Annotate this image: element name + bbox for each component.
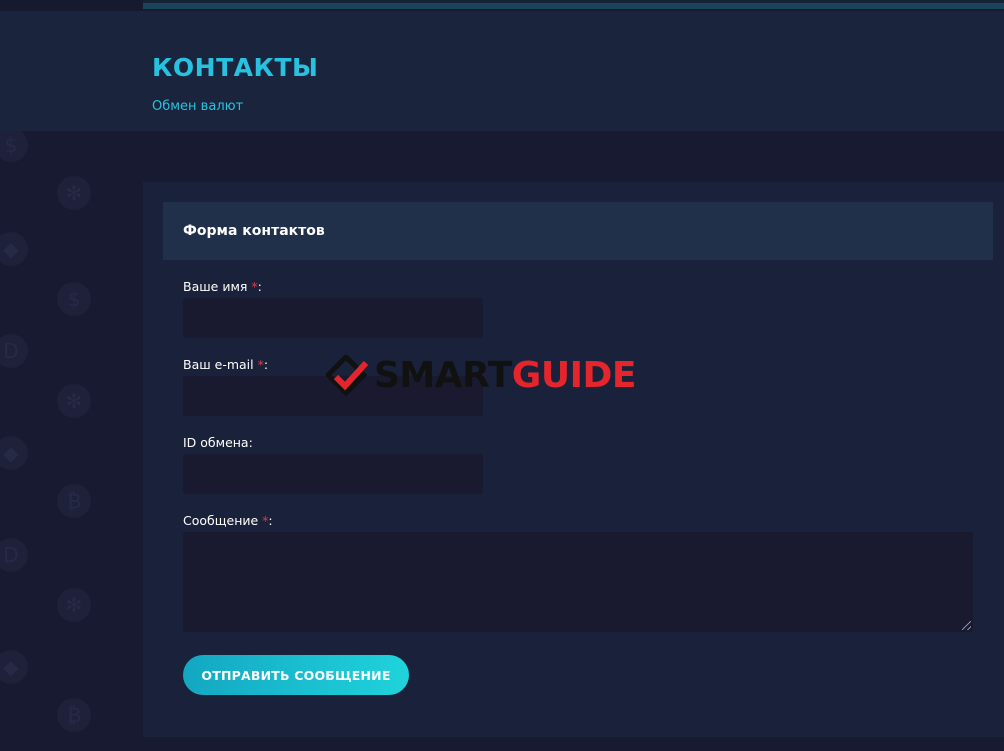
bg-dash-icon: D	[0, 538, 28, 572]
bg-bitcoin-icon: ₿	[57, 484, 91, 518]
email-label-suffix: :	[263, 357, 269, 372]
bg-ripple-icon: ✻	[57, 588, 91, 622]
watermark-guide: GUIDE	[511, 355, 637, 396]
name-input[interactable]	[183, 298, 483, 338]
bg-ethereum-icon: ◆	[0, 436, 28, 470]
bg-dash-icon: D	[0, 334, 28, 368]
breadcrumb-link[interactable]: Обмен валют	[152, 99, 243, 114]
bg-coin-icon: $	[0, 128, 28, 162]
message-textarea[interactable]	[183, 532, 973, 632]
message-label: Сообщение *:	[183, 513, 273, 528]
top-bar-accent	[143, 3, 1004, 9]
page-header: КОНТАКТЫ Обмен валют	[0, 11, 1004, 131]
name-label: Ваше имя *:	[183, 279, 262, 294]
contact-form-header: Форма контактов	[163, 202, 993, 260]
textarea-resize-handle[interactable]	[962, 621, 971, 630]
message-label-text: Сообщение	[183, 513, 263, 528]
contact-form-title: Форма контактов	[183, 223, 325, 239]
name-label-suffix: :	[257, 279, 262, 294]
exchange-id-label: ID обмена:	[183, 435, 253, 450]
watermark-text: SMARTGUIDE	[374, 355, 636, 397]
bg-ripple-icon: ✻	[57, 176, 91, 210]
bg-ripple-icon: ✻	[57, 384, 91, 418]
submit-message-button[interactable]: ОТПРАВИТЬ СООБЩЕНИЕ	[183, 655, 409, 695]
page: $ ✻ ◆ $ D ✻ ◆ ₿ D ✻ ◆ ₿ КОНТАКТЫ Обмен в…	[0, 0, 1004, 751]
name-label-text: Ваше имя	[183, 279, 252, 294]
top-strip	[0, 0, 142, 11]
smartguide-watermark: SMARTGUIDE	[326, 355, 636, 397]
bg-coin-icon: $	[57, 282, 91, 316]
contact-form-card: Форма контактов Ваше имя *: Ваш e-mail *…	[143, 182, 1004, 737]
bg-ethereum-icon: ◆	[0, 650, 28, 684]
exchange-id-input[interactable]	[183, 454, 483, 494]
page-title: КОНТАКТЫ	[152, 53, 319, 82]
email-label-text: Ваш e-mail	[183, 357, 258, 372]
bg-bitcoin-icon: ₿	[57, 698, 91, 732]
message-label-suffix: :	[268, 513, 273, 528]
watermark-smart: SMART	[374, 355, 512, 396]
email-label: Ваш e-mail *:	[183, 357, 268, 372]
smartguide-logo-icon	[326, 355, 369, 397]
bg-ethereum-icon: ◆	[0, 232, 28, 266]
